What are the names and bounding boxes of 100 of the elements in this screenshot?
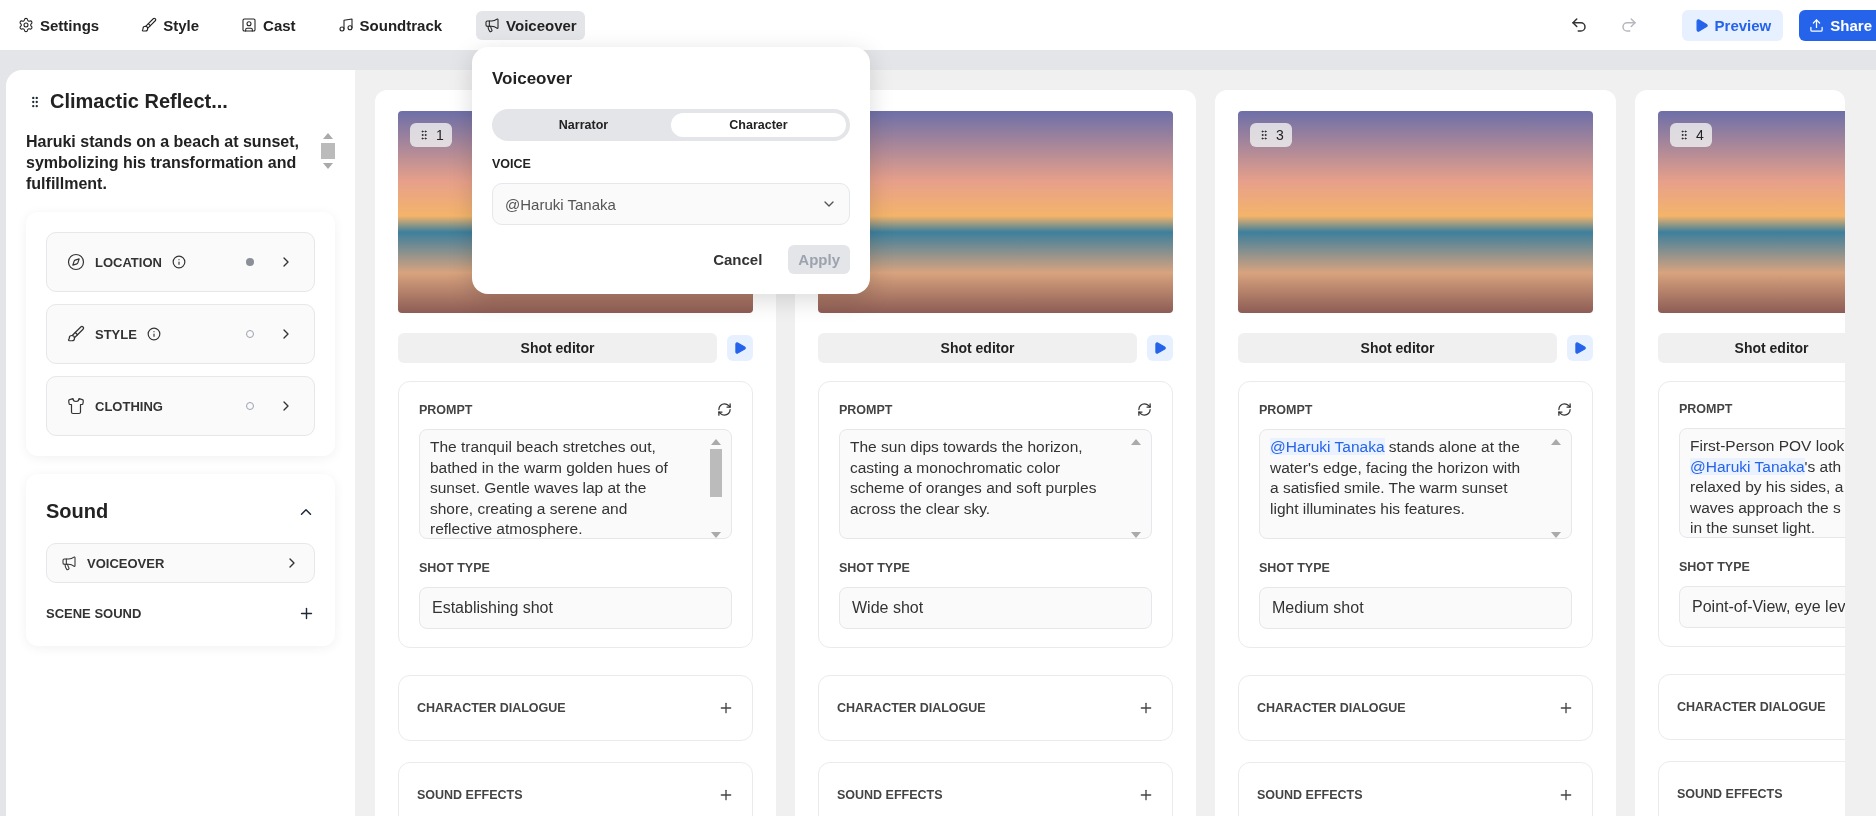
prompt-text-line: sunset. Gentle waves lap at the bbox=[430, 478, 648, 498]
shot-number-text: 3 bbox=[1276, 127, 1284, 143]
shot-number[interactable]: 1 bbox=[410, 123, 452, 147]
shot-editor-button[interactable]: Shot editor bbox=[398, 333, 717, 363]
info-icon[interactable] bbox=[146, 327, 161, 341]
prompt-text-line: water's edge, facing the horizon with bbox=[1270, 457, 1522, 478]
prompt-text-line: First-Person POV look bbox=[1690, 436, 1845, 456]
drag-handle-icon bbox=[418, 129, 430, 141]
shot-type-field[interactable]: Point-of-View, eye lev bbox=[1679, 586, 1845, 628]
user-square-icon bbox=[241, 17, 258, 33]
shot-number-text: 1 bbox=[436, 127, 444, 143]
play-icon bbox=[1693, 17, 1709, 33]
segment-option[interactable]: Character bbox=[671, 113, 846, 137]
preview-button[interactable]: Preview bbox=[1681, 9, 1784, 41]
attribute-row[interactable]: STYLE bbox=[46, 304, 315, 364]
effects-label: SOUND EFFECTS bbox=[417, 788, 523, 802]
refresh-icon[interactable] bbox=[717, 402, 732, 417]
prompt-text-line: reflective atmosphere. bbox=[430, 519, 584, 538]
scene-description: Haruki stands on a beach at sunset, symbolizing his transformation and fulfillment. bbox=[26, 132, 300, 194]
add-icon[interactable] bbox=[298, 605, 315, 622]
prompt-text-line: @Haruki Tanaka's ath bbox=[1690, 456, 1843, 477]
prompt-field[interactable]: First-Person POV look @Haruki Tanaka's ath relaxed by his sides, a waves approach the s in the sunset light. bbox=[1679, 428, 1845, 538]
drag-handle-icon bbox=[1678, 129, 1690, 141]
attribute-row[interactable]: CLOTHING bbox=[46, 376, 315, 436]
play-icon bbox=[733, 341, 747, 355]
attribute-label: STYLE bbox=[95, 326, 137, 342]
refresh-icon[interactable] bbox=[1137, 402, 1152, 417]
play-button[interactable] bbox=[1567, 335, 1593, 361]
attribute-row[interactable]: LOCATION bbox=[46, 232, 315, 292]
toolbar-tab[interactable]: Soundtrack bbox=[329, 10, 451, 40]
play-button[interactable] bbox=[1147, 335, 1173, 361]
dialogue-label: CHARACTER DIALOGUE bbox=[1257, 701, 1406, 715]
shot-editor-button[interactable]: Shot editor bbox=[818, 333, 1137, 363]
play-icon bbox=[1573, 341, 1587, 355]
toolbar-tab[interactable]: Settings bbox=[10, 10, 108, 40]
megaphone-icon bbox=[61, 555, 77, 571]
shot-number[interactable]: 4 bbox=[1670, 123, 1712, 147]
drag-handle-icon bbox=[1258, 129, 1270, 141]
megaphone-icon bbox=[484, 17, 501, 33]
music-icon bbox=[337, 17, 354, 33]
attribute-label: LOCATION bbox=[95, 254, 162, 270]
shot-type-field[interactable]: Establishing shot bbox=[419, 587, 732, 629]
prompt-text-line: waves approach the s bbox=[1690, 497, 1842, 518]
voice-label: VOICE bbox=[492, 157, 532, 171]
effects-label: SOUND EFFECTS bbox=[1677, 787, 1783, 801]
prompt-field[interactable]: The sun dips towards the horizon, casting a monochromatic color scheme of oranges and soft purples across the clear sky. bbox=[839, 429, 1152, 539]
voiceover-row[interactable]: VOICEOVER bbox=[46, 543, 315, 583]
share-button[interactable]: Share bbox=[1799, 9, 1876, 41]
attribute-label: CLOTHING bbox=[95, 398, 163, 414]
shot-editor-button[interactable]: Shot editor bbox=[1238, 333, 1557, 363]
effects-label: SOUND EFFECTS bbox=[1257, 788, 1363, 802]
shot-type-field[interactable]: Wide shot bbox=[839, 587, 1152, 629]
prompt-label: PROMPT bbox=[1259, 402, 1313, 417]
segment-option[interactable]: Narrator bbox=[496, 113, 671, 137]
sound-title: Sound bbox=[46, 500, 109, 523]
prompt-text-line: across the clear sky. bbox=[850, 498, 992, 519]
shot-type-label: SHOT TYPE bbox=[1259, 561, 1330, 575]
dialogue-label: CHARACTER DIALOGUE bbox=[837, 701, 986, 715]
dialogue-label: CHARACTER DIALOGUE bbox=[1677, 700, 1826, 714]
prompt-field[interactable]: @Haruki Tanaka stands alone at the water's edge, facing the horizon with a satisfied smile. The warm sunset light illuminates his features. bbox=[1259, 429, 1572, 539]
scene-sound-label: SCENE SOUND bbox=[46, 606, 142, 621]
shirt-icon bbox=[67, 397, 85, 415]
shot-editor-button[interactable]: Shot editor bbox=[1658, 333, 1845, 363]
prompt-label: PROMPT bbox=[419, 402, 473, 417]
prompt-text-line: light illuminates his features. bbox=[1270, 498, 1466, 519]
shot-type-label: SHOT TYPE bbox=[839, 561, 910, 575]
prompt-text-line: in the sunset light. bbox=[1690, 518, 1816, 537]
voiceover-label: VOICEOVER bbox=[87, 555, 165, 571]
shot-number-text: 4 bbox=[1696, 127, 1704, 143]
shot-number[interactable]: 3 bbox=[1250, 123, 1292, 147]
play-icon bbox=[1153, 341, 1167, 355]
shot-type-label: SHOT TYPE bbox=[1679, 560, 1750, 574]
prompt-text-line: relaxed by his sides, a bbox=[1690, 477, 1845, 497]
toolbar-tab[interactable]: Cast bbox=[233, 10, 304, 40]
toolbar-tab[interactable]: Voiceover bbox=[476, 10, 585, 40]
refresh-icon[interactable] bbox=[1557, 402, 1572, 417]
play-button[interactable] bbox=[727, 335, 753, 361]
scrollbar-thumb[interactable] bbox=[710, 449, 722, 497]
shot-type-field[interactable]: Medium shot bbox=[1259, 587, 1572, 629]
brush-icon bbox=[67, 325, 85, 343]
prompt-text-line: a satisfied smile. The warm sunset bbox=[1270, 478, 1509, 498]
effects-label: SOUND EFFECTS bbox=[837, 788, 943, 802]
cancel-button[interactable]: Cancel bbox=[707, 250, 769, 269]
toolbar-tab[interactable]: Style bbox=[133, 10, 208, 40]
upload-icon bbox=[1809, 17, 1825, 33]
prompt-text-line: The tranquil beach stretches out, bbox=[430, 437, 657, 457]
compass-icon bbox=[67, 253, 85, 271]
prompt-label: PROMPT bbox=[839, 402, 893, 417]
settings-icon bbox=[18, 17, 34, 33]
prompt-text-line: casting a monochromatic color bbox=[850, 457, 1062, 478]
prompt-text-line: @Haruki Tanaka stands alone at the bbox=[1270, 437, 1521, 457]
redo-icon bbox=[1619, 16, 1638, 34]
prompt-text-line: The sun dips towards the horizon, bbox=[850, 437, 1084, 457]
popover-title: Voiceover bbox=[492, 69, 573, 89]
voice-select[interactable]: @Haruki Tanaka bbox=[492, 183, 850, 225]
scene-title: Climactic Reflect... bbox=[50, 90, 228, 113]
info-icon[interactable] bbox=[171, 255, 186, 269]
brush-icon bbox=[141, 17, 158, 33]
undo-icon bbox=[1569, 16, 1588, 34]
prompt-field[interactable]: The tranquil beach stretches out, bathed in the warm golden hues of sunset. Gentle waves lap at the shore, creating a serene and reflective atmosphere. bbox=[419, 429, 732, 539]
